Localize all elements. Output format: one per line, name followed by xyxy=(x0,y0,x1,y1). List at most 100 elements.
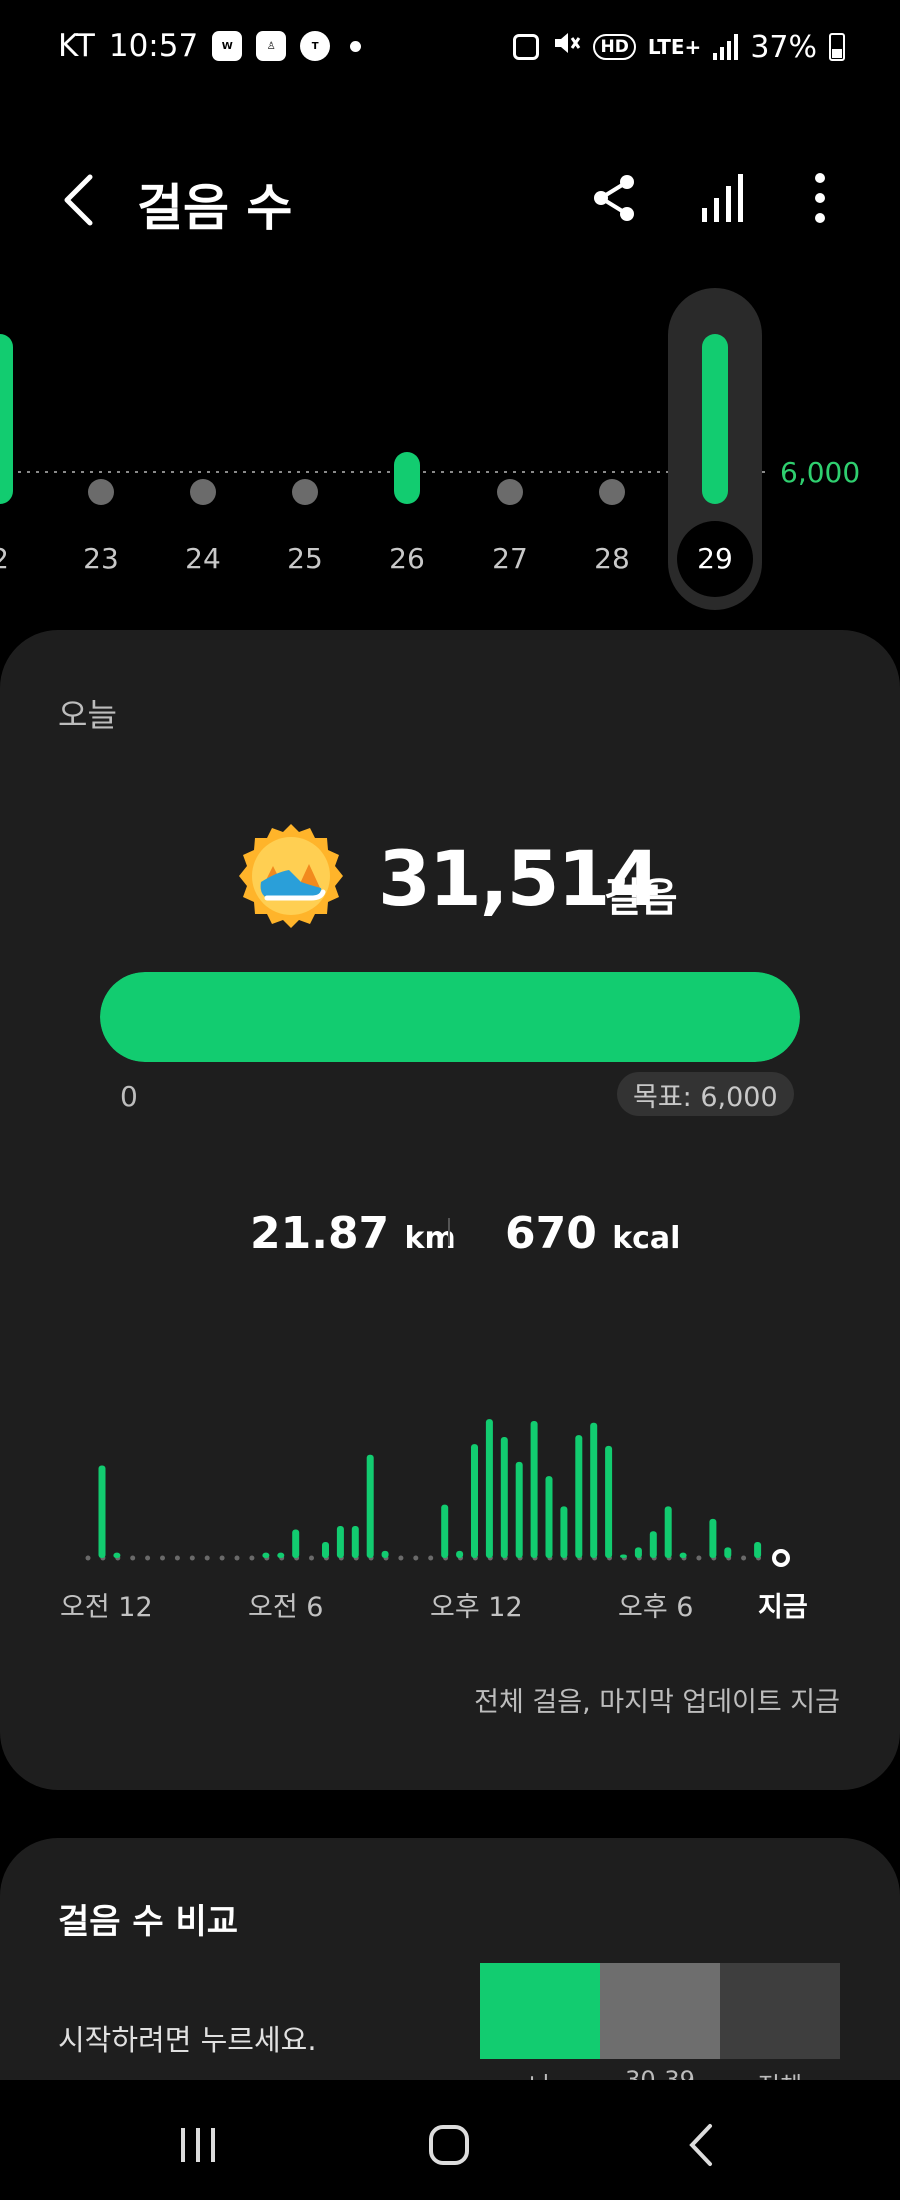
hourly-bar xyxy=(575,1435,583,1558)
chart-baseline-dot xyxy=(413,1555,419,1561)
chart-baseline-dot xyxy=(189,1555,195,1561)
back-button[interactable] xyxy=(50,165,110,235)
hourly-bar xyxy=(634,1547,642,1558)
week-day-dot-27[interactable] xyxy=(497,479,523,505)
chevron-left-icon xyxy=(64,174,93,226)
week-day-dot-24[interactable] xyxy=(190,479,216,505)
share-button[interactable] xyxy=(584,168,644,228)
hourly-bar xyxy=(649,1531,657,1558)
week-day-label-2[interactable]: 2 xyxy=(0,542,30,575)
app-notification-icon: ♙ xyxy=(256,31,287,61)
hourly-bar xyxy=(515,1461,523,1558)
page-title: 걸음 수 xyxy=(137,179,293,237)
calories-number: 670 xyxy=(505,1208,597,1259)
hourly-bar xyxy=(500,1436,508,1558)
week-strip[interactable] xyxy=(0,280,900,620)
hourly-bar xyxy=(292,1529,300,1558)
clock: 10:57 xyxy=(108,28,199,64)
week-day-label-27[interactable]: 27 xyxy=(480,542,540,575)
back-icon xyxy=(689,2124,712,2166)
compare-bar-age xyxy=(600,1963,720,2059)
more-vertical-icon xyxy=(815,173,825,223)
goal-achieved-badge-icon xyxy=(237,822,345,930)
chart-baseline-dot xyxy=(741,1555,747,1561)
signal-icon xyxy=(713,34,739,60)
chart-baseline-dot xyxy=(428,1555,434,1561)
trends-button[interactable] xyxy=(692,168,752,228)
update-note: 전체 걸음, 마지막 업데이트 지금 xyxy=(474,1687,840,1718)
home-button[interactable] xyxy=(414,2110,484,2180)
compare-bar-all xyxy=(720,1963,840,2059)
week-day-bar-29[interactable] xyxy=(702,334,728,504)
more-notifications-icon xyxy=(350,40,362,52)
battery-saver-icon xyxy=(513,34,540,60)
steps-unit: 걸음 xyxy=(604,875,678,921)
hourly-bar xyxy=(456,1550,464,1558)
hourly-bar xyxy=(679,1552,687,1558)
webtoon-notification-icon: W xyxy=(212,31,243,61)
hourly-bar xyxy=(590,1422,598,1558)
chart-baseline-dot xyxy=(145,1555,151,1561)
hourly-bar xyxy=(620,1554,627,1558)
hourly-bar xyxy=(754,1541,762,1558)
status-left: KT 10:57 W ♙ T xyxy=(58,28,362,64)
compare-title: 걸음 수 비교 xyxy=(58,1902,239,1942)
hd-voice-icon: HD xyxy=(593,34,636,60)
nav-back-button[interactable] xyxy=(668,2110,738,2180)
chart-baseline-dot xyxy=(85,1555,91,1561)
week-day-label-29[interactable]: 29 xyxy=(685,542,745,575)
week-day-dot-25[interactable] xyxy=(292,479,318,505)
hourly-bar xyxy=(530,1420,538,1558)
hourly-bar xyxy=(113,1552,121,1558)
hourly-bar xyxy=(322,1541,329,1558)
week-day-label-28[interactable]: 28 xyxy=(582,542,642,575)
calories-unit: kcal xyxy=(612,1221,681,1256)
goal-chip[interactable]: 목표: 6,000 xyxy=(617,1072,794,1116)
hourly-bar xyxy=(98,1465,106,1558)
week-day-dot-28[interactable] xyxy=(599,479,625,505)
carrier-label: KT xyxy=(58,28,95,64)
goal-line-label: 6,000 xyxy=(780,456,861,489)
chart-baseline-dot xyxy=(309,1555,314,1561)
hourly-steps-chart[interactable] xyxy=(0,1380,900,1570)
week-day-label-25[interactable]: 25 xyxy=(275,542,335,575)
chart-baseline-dot xyxy=(234,1555,240,1561)
week-day-label-24[interactable]: 24 xyxy=(173,542,233,575)
distance-number: 21.87 xyxy=(250,1208,390,1259)
status-bar: KT 10:57 W ♙ T HD LTE+ 37% xyxy=(0,0,900,100)
progress-zero-label: 0 xyxy=(120,1080,138,1113)
axis-label-now: 지금 xyxy=(758,1592,808,1623)
more-options-button[interactable] xyxy=(790,168,850,228)
hourly-bar xyxy=(605,1445,613,1558)
status-right: HD LTE+ 37% xyxy=(513,28,845,66)
battery-icon xyxy=(829,33,845,61)
hourly-bar xyxy=(262,1552,270,1558)
chart-baseline-dot xyxy=(398,1555,404,1561)
distance-value: 21.87 km xyxy=(250,1208,456,1259)
talk-notification-icon: T xyxy=(300,31,331,61)
stats-separator xyxy=(448,1218,450,1246)
chart-baseline-dot xyxy=(130,1555,136,1561)
hourly-bar xyxy=(560,1506,568,1558)
axis-label-am6: 오전 6 xyxy=(248,1592,324,1623)
week-day-bar-2[interactable] xyxy=(0,334,13,504)
hourly-bar xyxy=(709,1518,717,1558)
chart-baseline-dot xyxy=(219,1555,225,1561)
week-day-dot-23[interactable] xyxy=(88,479,114,505)
hourly-bar xyxy=(366,1454,374,1558)
week-day-bar-26[interactable] xyxy=(394,452,420,504)
goal-progress-bar xyxy=(100,972,800,1062)
chart-baseline-dot xyxy=(696,1555,702,1561)
bar-chart-icon xyxy=(702,174,743,222)
week-day-label-26[interactable]: 26 xyxy=(377,542,437,575)
axis-label-pm12: 오후 12 xyxy=(430,1592,523,1623)
recent-apps-button[interactable] xyxy=(163,2110,233,2180)
week-day-label-23[interactable]: 23 xyxy=(71,542,131,575)
chart-baseline-dot xyxy=(174,1555,180,1561)
mute-icon xyxy=(551,28,581,66)
goal-progress-fill xyxy=(100,972,800,1062)
chart-baseline-dot xyxy=(249,1555,255,1561)
calories-value: 670 kcal xyxy=(505,1208,680,1259)
hourly-bar xyxy=(471,1444,478,1558)
hourly-bar xyxy=(664,1506,672,1558)
